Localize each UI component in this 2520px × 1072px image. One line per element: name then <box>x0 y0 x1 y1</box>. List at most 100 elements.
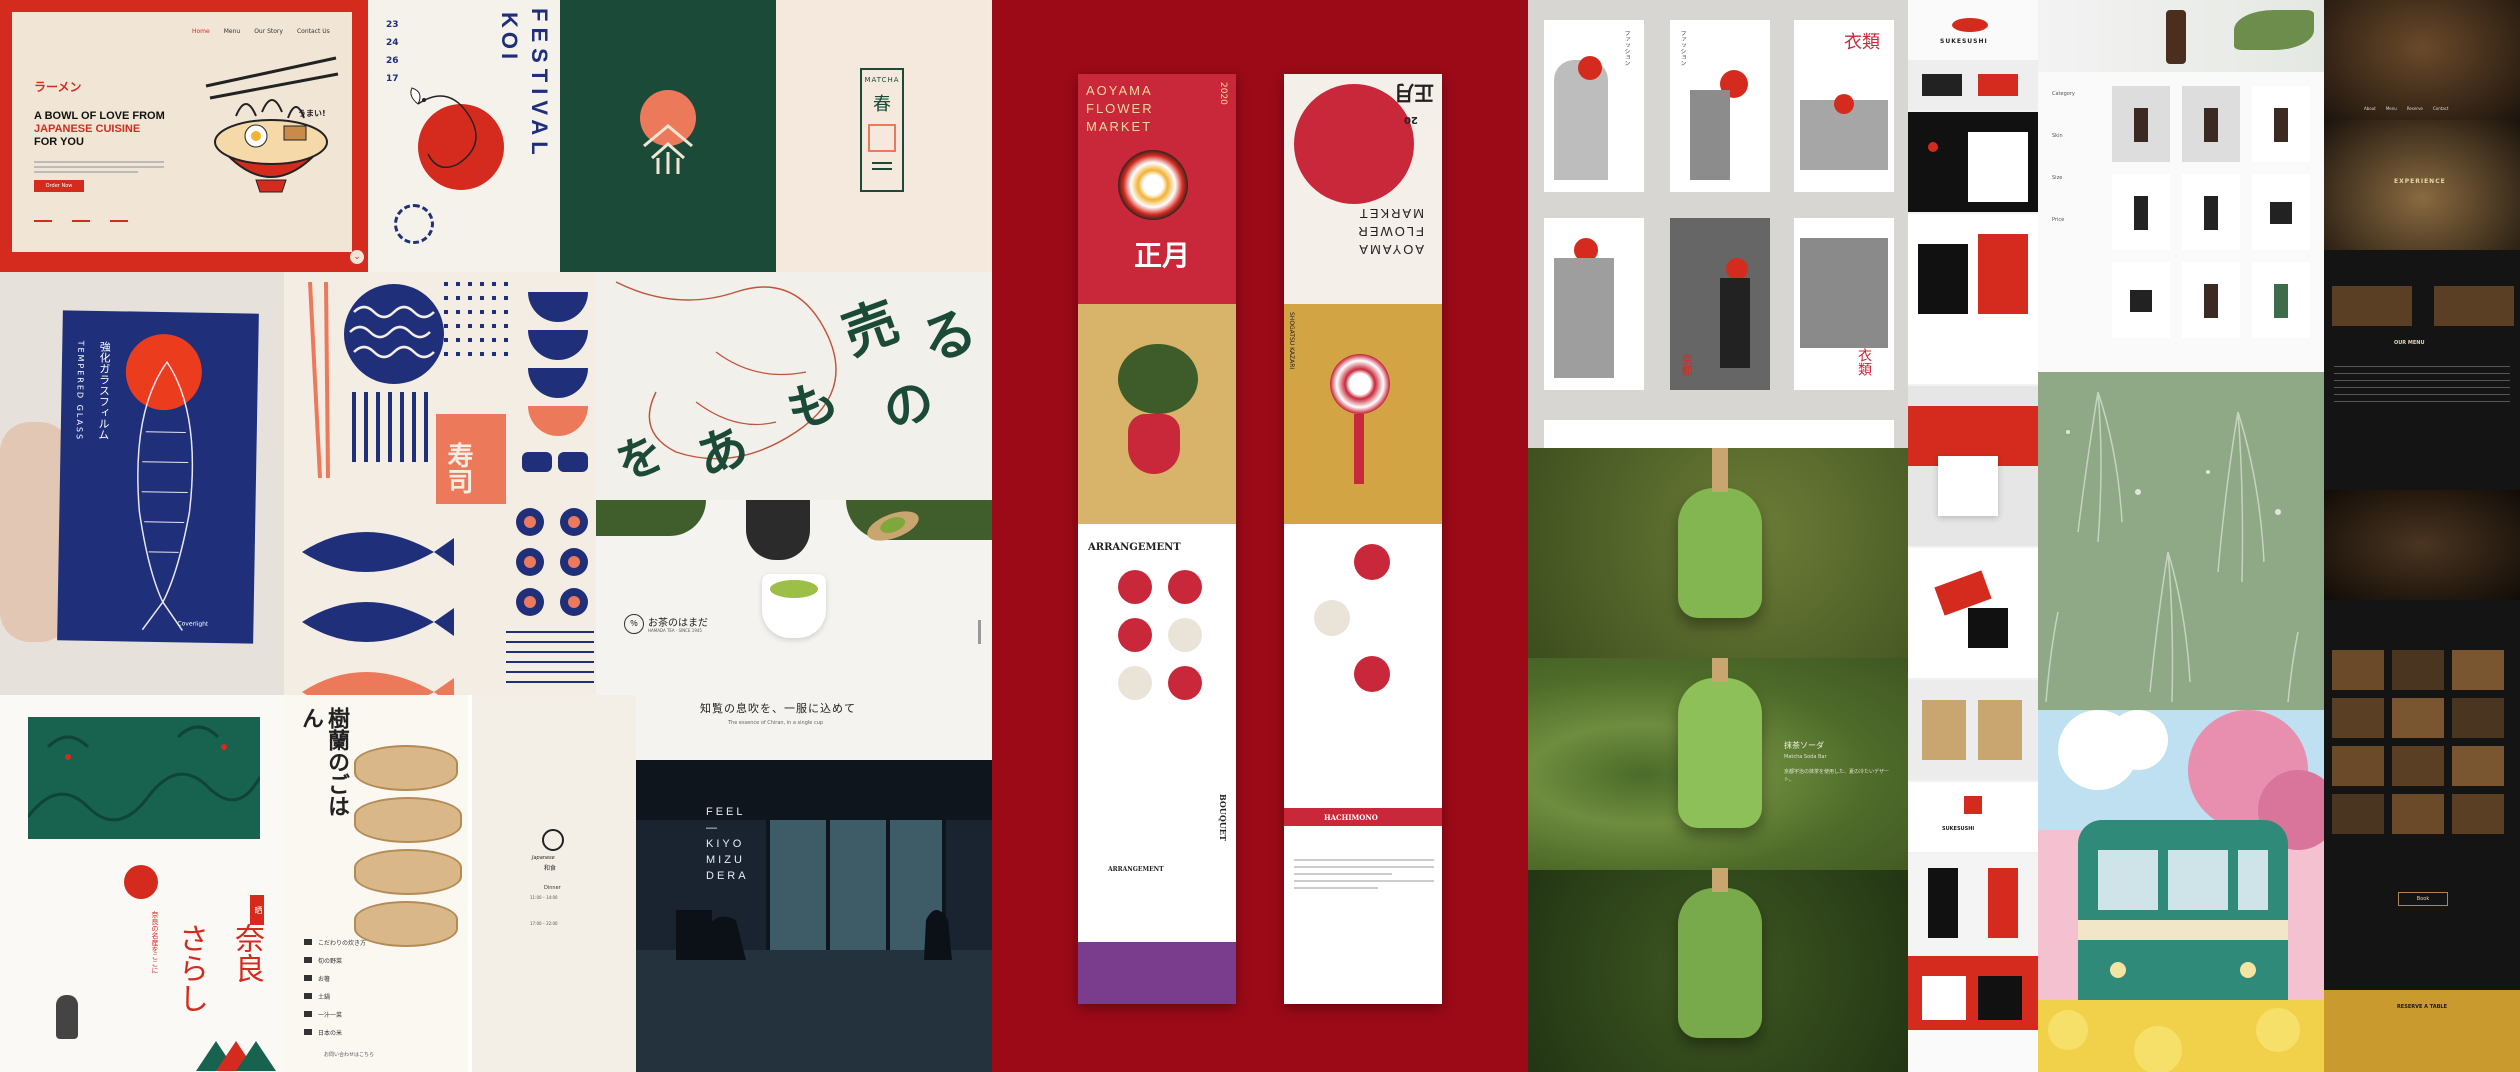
gallery-item[interactable] <box>2452 794 2504 834</box>
nav-about[interactable]: About <box>2364 106 2376 111</box>
nav-contact[interactable]: Contact <box>2433 106 2449 111</box>
restaurant-cta-button[interactable]: Book <box>2398 892 2448 906</box>
section-hachimono: HACHIMONO <box>1324 813 1378 822</box>
gallery-item[interactable] <box>2452 746 2504 786</box>
fashion-tile: ファッション ファッション 衣類 京都 衣類 <box>1528 0 1908 448</box>
gallery-item[interactable] <box>2392 746 2444 786</box>
gallery-item[interactable] <box>2392 698 2444 738</box>
gallery-item[interactable] <box>2452 698 2504 738</box>
date-1: 23 <box>386 20 399 30</box>
package-side-text: TEMPERED GLASS <box>74 340 86 442</box>
brand-strip-bag-white: SUKESUSHI <box>1908 782 2038 852</box>
card-name: 和食 <box>544 865 557 872</box>
restaurant-hero: About Menu Reserve Contact <box>2324 0 2520 120</box>
matcha-bar-copy: 京都宇治の抹茶を使用した、夏の冷たいデザート。 <box>1784 769 1890 783</box>
fish-package: TEMPERED GLASS 強化ガラスフィルム Coverlight <box>57 310 259 644</box>
gohan-list-item: お箸 <box>304 971 366 989</box>
ice-bar-2 <box>1678 678 1762 828</box>
product-card[interactable] <box>2182 86 2240 162</box>
matcha-bar-tile: 抹茶ソーダ Matcha Soda Bar 京都宇治の抹茶を使用した、夏の冷たい… <box>1528 448 1908 1072</box>
hero-leaf <box>2234 10 2314 50</box>
teapot <box>746 500 810 560</box>
gallery-item[interactable] <box>2332 746 2384 786</box>
fashion-title-1: 衣類 <box>1844 32 1880 53</box>
ramen-nav: Home Menu Our Story Contact Us <box>192 28 330 35</box>
flower-year-left: 2020 <box>1218 82 1228 105</box>
left-panel-top: AOYAMA FLOWER MARKET 2020 正月 <box>1078 74 1236 304</box>
gohan-tile: 樹蘭のごはん こだわりの炊き方 旬の野菜 お箸 土鍋 一汁一菜 日本の米 お問い… <box>284 695 468 1072</box>
restaurant-menu-title: OUR MENU <box>2394 340 2425 346</box>
nara-triangle-pattern <box>196 1041 276 1071</box>
product-card[interactable] <box>2252 174 2310 250</box>
ramen-footer-links <box>34 220 128 222</box>
tea-scrollbar[interactable] <box>978 620 981 644</box>
filter-size[interactable]: Size <box>2052 172 2075 184</box>
kiyomizu-line: MIZU <box>706 854 745 866</box>
restaurant-footer-text: RESERVE A TABLE <box>2396 1004 2448 1010</box>
gallery-item[interactable] <box>2332 794 2384 834</box>
gohan-list: こだわりの炊き方 旬の野菜 お箸 土鍋 一汁一菜 日本の米 <box>304 935 366 1043</box>
filter-skin[interactable]: Skin <box>2052 130 2075 142</box>
gohan-list-item: 一汁一菜 <box>304 1007 366 1025</box>
tea-leaves-left <box>596 500 706 536</box>
jp-poster-tile: る の 売 も あ を <box>596 272 992 500</box>
train-scene <box>2038 710 2324 1072</box>
right-items <box>1314 544 1390 692</box>
product-card[interactable] <box>2182 262 2240 338</box>
gallery-item[interactable] <box>2332 650 2384 690</box>
kiyomizu-line: DERA <box>706 870 749 882</box>
stick-1 <box>1712 448 1728 492</box>
gallery-item[interactable] <box>2452 650 2504 690</box>
product-card[interactable] <box>2182 174 2240 250</box>
willow-trees <box>2045 391 2299 703</box>
koi-title-1: KOI <box>497 12 522 64</box>
matcha-bar-sub: Matcha Soda Bar <box>1784 754 1827 760</box>
card-crest-icon <box>542 829 564 851</box>
gallery-item[interactable] <box>2392 650 2444 690</box>
sushi-kanji: 寿司 <box>443 442 473 494</box>
tea-tile: ％ お茶のはまだ HAMADA TEA · SINCE 1945 知覧の息吹を、… <box>596 500 992 760</box>
product-card[interactable] <box>2252 262 2310 338</box>
restaurant-nav: About Menu Reserve Contact <box>2364 106 2448 111</box>
product-card[interactable] <box>2252 86 2310 162</box>
skincare-shop-tile: Category Skin Size Price <box>2038 0 2324 372</box>
brand-strip-5 <box>1908 548 2038 678</box>
nav-menu[interactable]: Menu <box>2386 106 2397 111</box>
gohan-list-item: 土鍋 <box>304 989 366 1007</box>
nara-stamp: 晒 <box>250 895 264 925</box>
filter-price[interactable]: Price <box>2052 214 2075 226</box>
nav-item-story[interactable]: Our Story <box>254 28 283 35</box>
fashion-title-2: 衣類 <box>1856 348 1872 376</box>
steamer-stack <box>354 745 462 947</box>
filter-category[interactable]: Category <box>2052 88 2075 100</box>
restaurant-menu-lines <box>2334 360 2510 408</box>
section-arrangement: ARRANGEMENT <box>1088 542 1181 553</box>
fashion-card-5: 京都 <box>1670 218 1770 390</box>
tea-tagline-en: The essence of Chiran, in a single cup <box>728 720 824 726</box>
card-hours-1: 11:00 – 14:00 <box>530 895 558 900</box>
fashion-vertical-2: ファッション <box>1679 30 1686 66</box>
koi-festival-tile: 23 24 26 17 KOI FESTIVAL <box>368 0 560 272</box>
kazari-ornament <box>1330 354 1390 414</box>
product-card[interactable] <box>2112 174 2170 250</box>
right-panel-photo: SHOGATSU KAZARI <box>1284 304 1442 524</box>
ramen-headline: A BOWL OF LOVE FROM JAPANESE CUISINE FOR… <box>34 110 165 149</box>
fish-glass-tile: TEMPERED GLASS 強化ガラスフィルム Coverlight <box>0 272 284 695</box>
nav-item-home[interactable]: Home <box>192 28 210 35</box>
koi-title-2: FESTIVAL <box>527 8 552 161</box>
gallery-item[interactable] <box>2332 698 2384 738</box>
product-card[interactable] <box>2112 86 2170 162</box>
nav-item-contact[interactable]: Contact Us <box>297 28 330 35</box>
pine-branch <box>1118 344 1198 414</box>
kiyomizu-line: — <box>706 822 720 834</box>
scroll-icon[interactable]: ⌄ <box>350 250 364 264</box>
kiyomizu-scene <box>636 760 992 1072</box>
stick-3 <box>1712 868 1728 892</box>
order-button[interactable]: Order Now <box>34 180 84 192</box>
sushi-pattern-tile: 寿司 <box>284 272 596 695</box>
gallery-item[interactable] <box>2392 794 2444 834</box>
nav-item-menu[interactable]: Menu <box>224 28 240 35</box>
left-panel-photo <box>1078 304 1236 524</box>
nav-reserve[interactable]: Reserve <box>2407 106 2423 111</box>
product-card[interactable] <box>2112 262 2170 338</box>
